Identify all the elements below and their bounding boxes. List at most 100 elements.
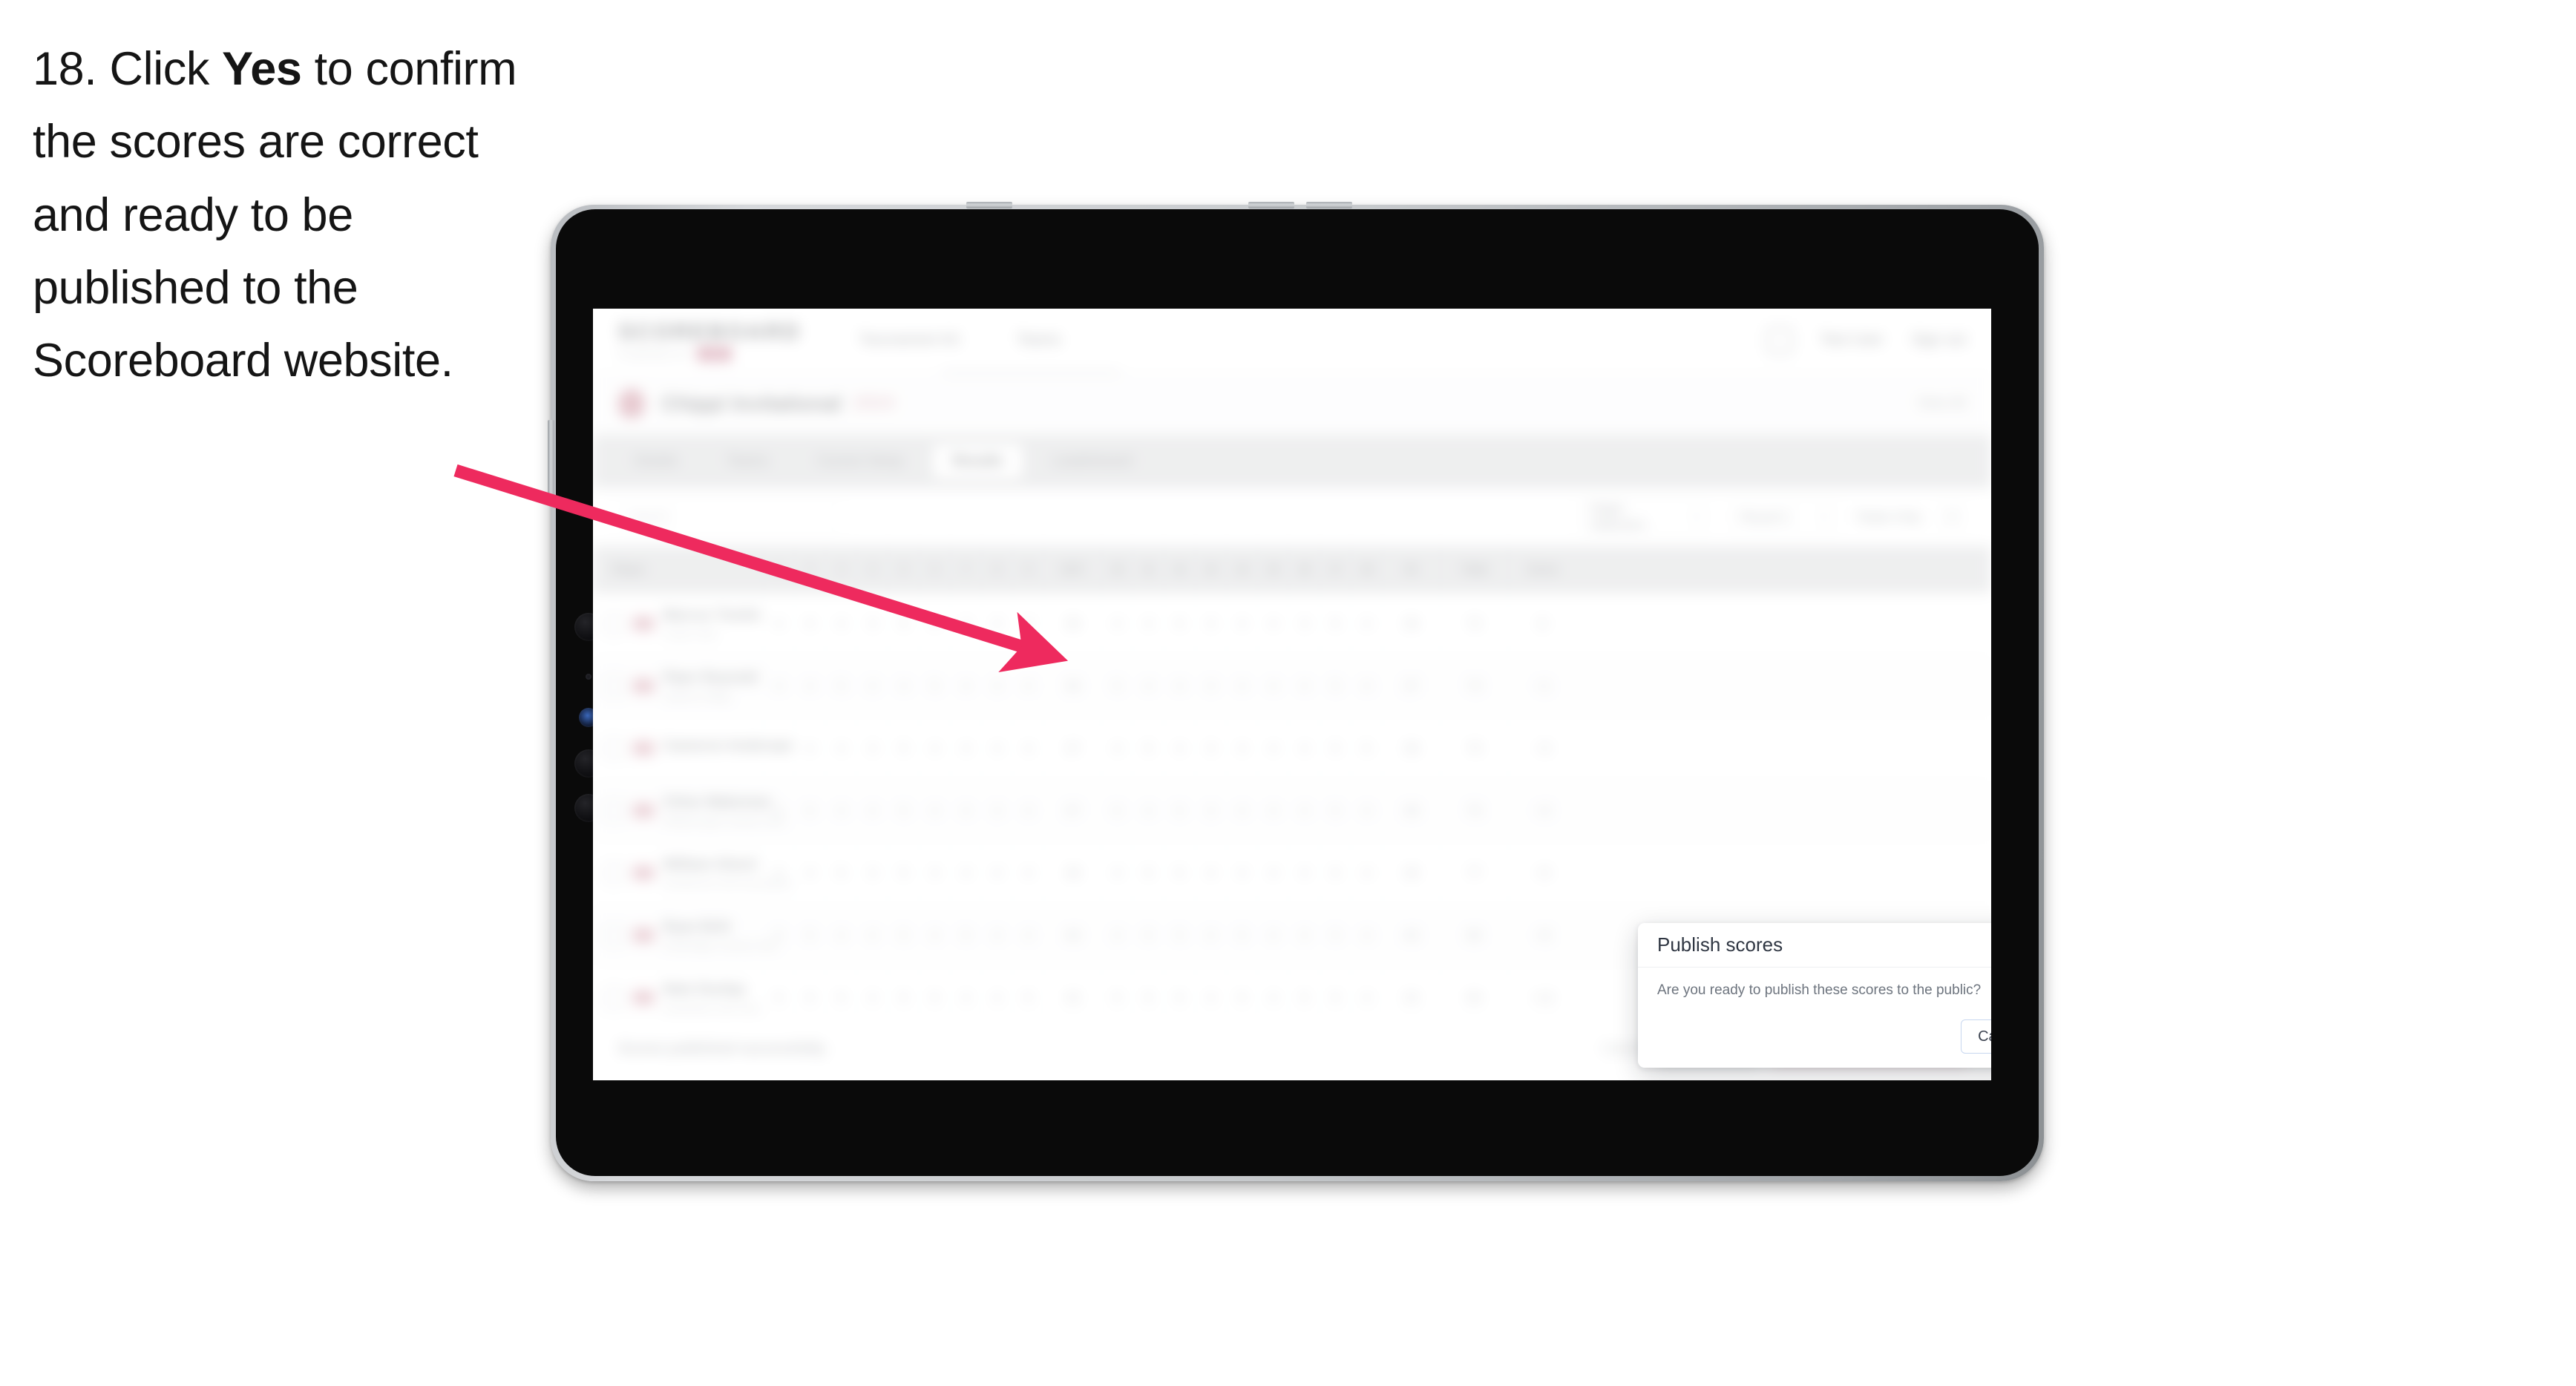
nav-signout-link[interactable]: Sign out: [1912, 332, 1966, 349]
row-checkbox[interactable]: [603, 862, 624, 884]
cell-total[interactable]: 72: [1441, 593, 1509, 654]
table-row[interactable]: Piper Reynold Cypress Ridge 4 4 5 3 4 5 4 3 4 36 5 4 4…: [593, 655, 1991, 717]
cell-hole-score[interactable]: 5: [795, 593, 826, 654]
row-checkbox[interactable]: [603, 738, 624, 759]
column-header-hole-5[interactable]: 5: [888, 546, 920, 592]
cell-hole-score[interactable]: 4: [888, 655, 920, 717]
device-volume-up-button[interactable]: [1248, 202, 1294, 208]
column-header-in[interactable]: IN: [1383, 546, 1441, 592]
cell-hole-score[interactable]: 4: [982, 717, 1013, 779]
cell-hole-score[interactable]: 5: [1320, 593, 1351, 654]
cell-hole-score[interactable]: 4: [1289, 655, 1320, 717]
row-checkbox[interactable]: [603, 924, 624, 946]
cell-total[interactable]: 73: [1441, 655, 1509, 717]
cell-hole-score[interactable]: 4: [1351, 655, 1383, 717]
cell-hole-score[interactable]: 4: [1102, 593, 1133, 654]
cell-hole-score[interactable]: 4: [1133, 593, 1164, 654]
cell-hole-score[interactable]: 4: [857, 967, 888, 1016]
cell-hole-score[interactable]: 3: [857, 593, 888, 654]
cell-hole-score[interactable]: 4: [795, 842, 826, 904]
cell-hole-score[interactable]: 3: [1289, 593, 1320, 654]
cell-hole-score[interactable]: 4: [764, 655, 795, 717]
cell-hole-score[interactable]: 5: [1133, 842, 1164, 904]
column-header-hole-2[interactable]: 2: [795, 546, 826, 592]
table-row[interactable]: Chloe Wakeman Hillsborough Country Club 4 5…: [593, 780, 1991, 842]
cell-hole-score[interactable]: 3: [857, 717, 888, 779]
column-header-player[interactable]: Player: [593, 546, 764, 592]
cell-hole-score[interactable]: 5: [1320, 842, 1351, 904]
cell-hole-score[interactable]: 4: [920, 904, 951, 966]
search-input[interactable]: Search: [618, 502, 841, 533]
cell-hole-score[interactable]: 5: [1164, 842, 1196, 904]
cell-score[interactable]: +12: [1509, 967, 1577, 1016]
column-header-hole-8[interactable]: 8: [982, 546, 1013, 592]
cell-hole-score[interactable]: 4: [1289, 904, 1320, 966]
cell-score[interactable]: +3: [1509, 717, 1577, 779]
cell-hole-score[interactable]: 3: [1196, 780, 1227, 841]
row-checkbox[interactable]: [603, 987, 624, 1008]
cell-hole-score[interactable]: 4: [857, 780, 888, 841]
nav-link-teams[interactable]: Teams: [1017, 332, 1061, 349]
column-header-hole-7[interactable]: 7: [951, 546, 982, 592]
column-header-hole-18[interactable]: 18: [1351, 546, 1383, 592]
cell-hole-score[interactable]: 5: [1164, 967, 1196, 1016]
user-icon[interactable]: [1767, 327, 1793, 353]
table-row[interactable]: Cameron Anderson 5 4 4 3 5 4 4 4 4 37 4 5 4 3 4 4 4 5 5 38 75…: [593, 717, 1991, 780]
cell-hole-score[interactable]: 4: [826, 780, 857, 841]
cell-hole-score[interactable]: 4: [857, 904, 888, 966]
row-checkbox[interactable]: [603, 800, 624, 821]
cell-in-total[interactable]: 37: [1383, 655, 1441, 717]
cell-score[interactable]: +8: [1509, 904, 1577, 966]
cell-hole-score[interactable]: 3: [1196, 655, 1227, 717]
cell-out-total[interactable]: 38: [1044, 842, 1102, 904]
cell-hole-score[interactable]: 3: [857, 842, 888, 904]
cell-hole-score[interactable]: 4: [764, 780, 795, 841]
round-select[interactable]: Round 1 ▾: [1727, 501, 1839, 533]
cell-in-total[interactable]: 42: [1383, 967, 1441, 1016]
cell-hole-score[interactable]: 4: [1196, 904, 1227, 966]
cell-total[interactable]: 75: [1441, 717, 1509, 779]
cell-hole-score[interactable]: 5: [951, 904, 982, 966]
cell-hole-score[interactable]: 5: [888, 593, 920, 654]
cell-hole-score[interactable]: 5: [1320, 780, 1351, 841]
cell-hole-score[interactable]: 4: [1013, 780, 1044, 841]
cell-hole-score[interactable]: 5: [795, 967, 826, 1016]
cell-hole-score[interactable]: 4: [1133, 655, 1164, 717]
cell-hole-score[interactable]: 4: [1289, 780, 1320, 841]
cell-in-total[interactable]: 36: [1383, 593, 1441, 654]
cell-hole-score[interactable]: 4: [826, 593, 857, 654]
column-header-score[interactable]: Score: [1509, 546, 1577, 592]
cell-hole-score[interactable]: 5: [888, 967, 920, 1016]
column-header-hole-14[interactable]: 14: [1227, 546, 1258, 592]
nav-user-name[interactable]: Test User: [1820, 332, 1883, 349]
cell-hole-score[interactable]: 4: [1013, 842, 1044, 904]
cell-hole-score[interactable]: 4: [920, 780, 951, 841]
cell-out-total[interactable]: 42: [1044, 967, 1102, 1016]
cell-hole-score[interactable]: 4: [1351, 967, 1383, 1016]
cell-hole-score[interactable]: 4: [1227, 655, 1258, 717]
column-header-hole-6[interactable]: 6: [920, 546, 951, 592]
cell-hole-score[interactable]: 4: [951, 593, 982, 654]
cancel-button[interactable]: Cancel: [1961, 1019, 1991, 1054]
column-header-hole-3[interactable]: 3: [826, 546, 857, 592]
cell-hole-score[interactable]: 5: [1133, 967, 1164, 1016]
column-header-hole-9[interactable]: 9: [1013, 546, 1044, 592]
cell-hole-score[interactable]: 4: [1164, 717, 1196, 779]
column-header-hole-12[interactable]: 12: [1164, 546, 1196, 592]
cell-hole-score[interactable]: 4: [1196, 842, 1227, 904]
cell-hole-score[interactable]: 5: [1102, 780, 1133, 841]
cell-hole-score[interactable]: 5: [1289, 967, 1320, 1016]
cell-out-total[interactable]: 36: [1044, 593, 1102, 654]
cell-hole-score[interactable]: 4: [1351, 780, 1383, 841]
cell-hole-score[interactable]: 4: [1164, 655, 1196, 717]
cell-out-total[interactable]: 37: [1044, 717, 1102, 779]
cell-hole-score[interactable]: 4: [951, 967, 982, 1016]
cell-hole-score[interactable]: 4: [1102, 717, 1133, 779]
column-header-total[interactable]: Total: [1441, 546, 1509, 592]
cell-hole-score[interactable]: 4: [1258, 842, 1289, 904]
cell-hole-score[interactable]: 4: [1351, 904, 1383, 966]
tab-details[interactable]: Details: [615, 444, 697, 479]
cell-hole-score[interactable]: 4: [982, 967, 1013, 1016]
device-top-button-a[interactable]: [966, 202, 1012, 208]
table-row[interactable]: Marcus Tomlin Coast Links 4 5 4 3 5 4 4 3 4 36 4 4 5 3 4…: [593, 593, 1991, 655]
